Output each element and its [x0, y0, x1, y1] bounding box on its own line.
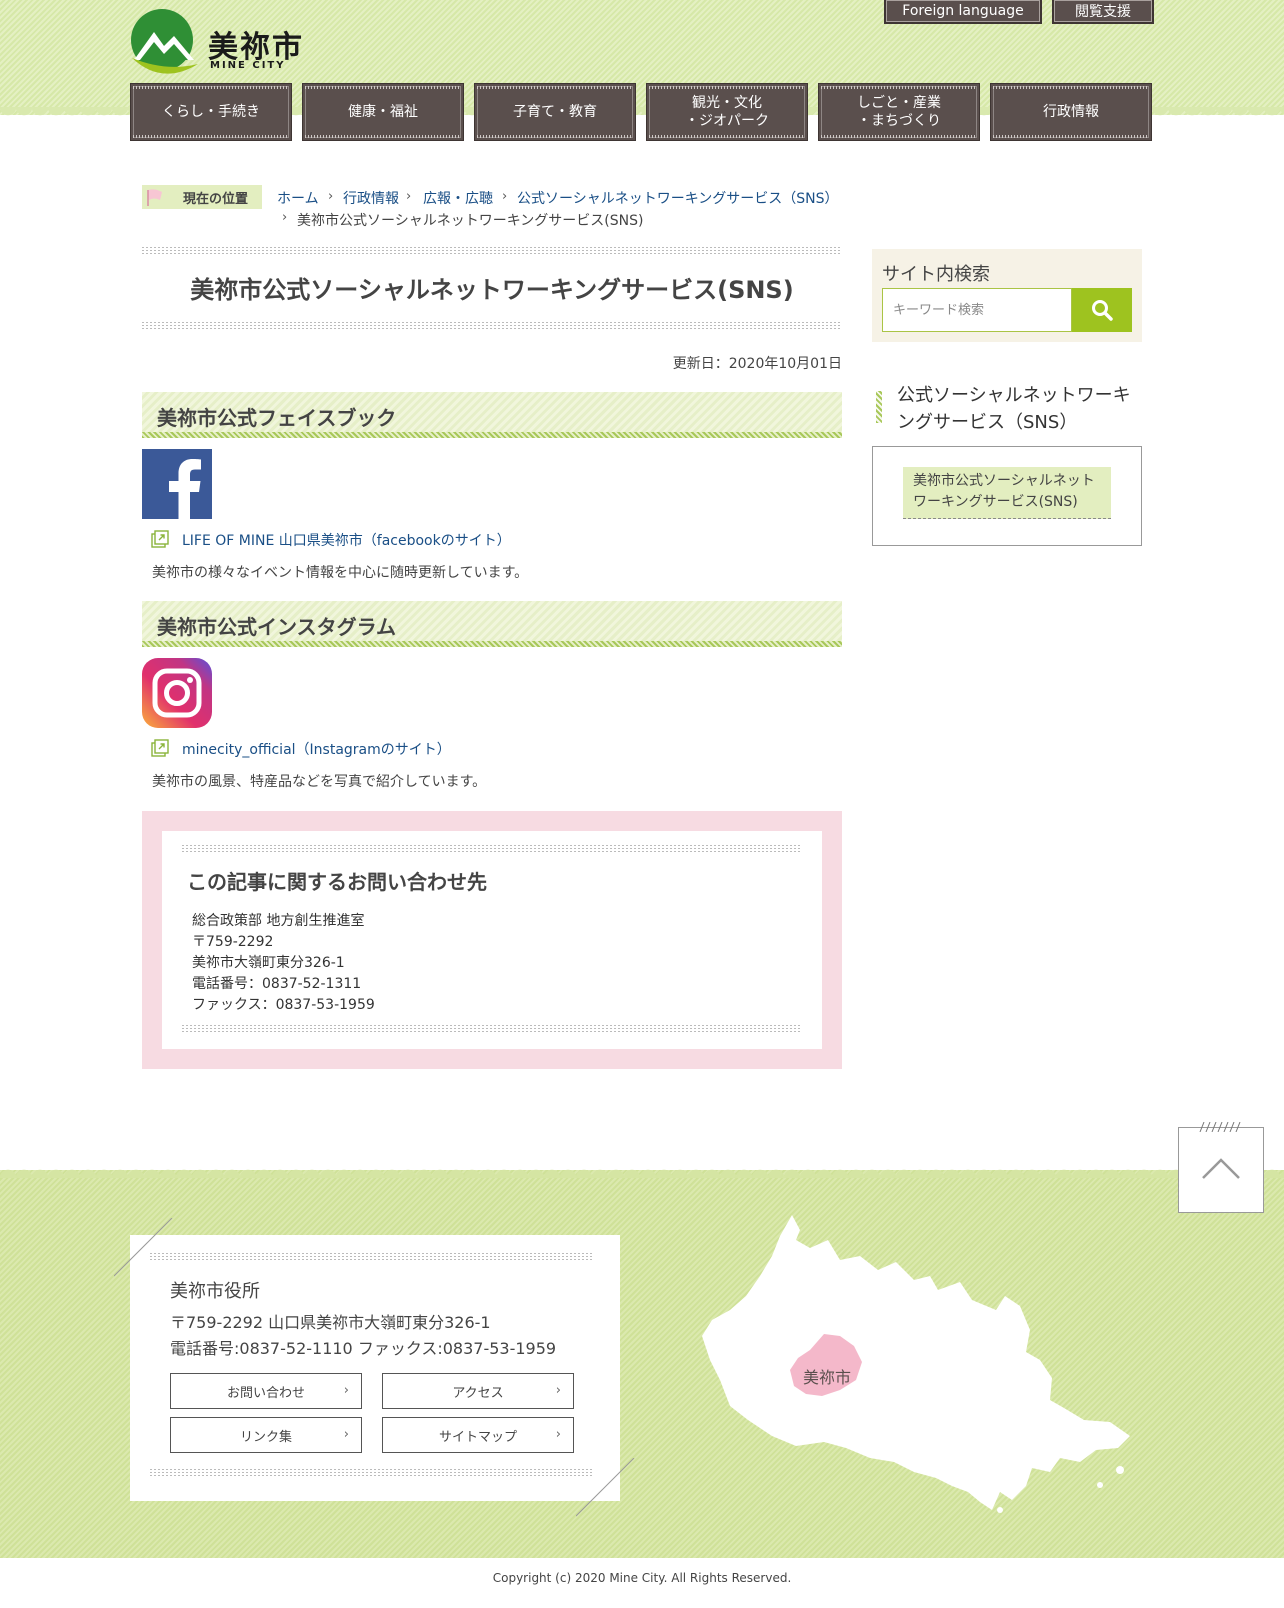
- nav-item-administration[interactable]: 行政情報: [990, 83, 1152, 141]
- mountain-logo-icon: [131, 9, 198, 74]
- page-top-button[interactable]: [1178, 1127, 1264, 1213]
- updated-date: 更新日：2020年10月01日: [672, 356, 842, 372]
- reading-support-button[interactable]: 閲覧支援: [1052, 0, 1154, 24]
- chevron-right-icon: ›: [502, 189, 508, 204]
- nav-item-label: しごと・産業 ・まちづくり: [857, 95, 941, 129]
- footer-address: 〒759-2292 山口県美祢市大嶺町東分326-1: [170, 1313, 491, 1332]
- foreign-language-button[interactable]: Foreign language: [884, 0, 1042, 24]
- copyright: Copyright (c) 2020 Mine City. All Rights…: [492, 1571, 792, 1585]
- nav-item-health[interactable]: 健康・福祉: [302, 83, 464, 141]
- side-menu-item[interactable]: 美祢市公式ソーシャルネットワーキングサービス(SNS): [903, 467, 1111, 519]
- search-button[interactable]: [1072, 288, 1132, 332]
- breadcrumb-administration[interactable]: 行政情報: [343, 188, 399, 208]
- yamaguchi-map-illustration: [702, 1215, 1130, 1513]
- facebook-icon[interactable]: [142, 449, 212, 519]
- nav-item-business[interactable]: しごと・産業 ・まちづくり: [818, 83, 980, 141]
- nav-item-childcare[interactable]: 子育て・教育: [474, 83, 636, 141]
- footer-button-label: リンク集: [239, 1429, 292, 1445]
- contact-phone: 電話番号：0837-52-1311: [192, 976, 362, 992]
- nav-item-label: 行政情報: [1043, 104, 1099, 120]
- footer-access-button[interactable]: アクセス ›: [382, 1373, 574, 1409]
- footer-info-card: [130, 1235, 620, 1501]
- breadcrumb-public-relations[interactable]: 広報・広聴: [423, 188, 493, 208]
- footer-city-hall-name: 美祢市役所: [170, 1281, 260, 1302]
- contact-divider-bottom: [182, 1025, 802, 1033]
- corner-line-decoration: [576, 1458, 635, 1517]
- instagram-description: 美祢市の風景、特産品などを写真で紹介しています。: [152, 774, 487, 790]
- instagram-icon[interactable]: [142, 658, 212, 728]
- footer-divider-top: [150, 1253, 592, 1261]
- chevron-right-icon: ›: [343, 1383, 349, 1398]
- side-section-heading[interactable]: 公式ソーシャルネットワーキングサービス（SNS）: [897, 382, 1142, 436]
- chevron-right-icon: ›: [328, 189, 334, 204]
- breadcrumb-current: 美祢市公式ソーシャルネットワーキングサービス(SNS): [297, 213, 644, 229]
- footer-links-button[interactable]: リンク集 ›: [170, 1417, 362, 1453]
- side-heading-mark: [876, 391, 882, 423]
- nav-item-label: くらし・手続き: [162, 104, 260, 120]
- facebook-heading-text: 美祢市公式フェイスブック: [157, 406, 397, 430]
- instagram-link[interactable]: minecity_official（Instagramのサイト）: [182, 739, 451, 759]
- chevron-right-icon: ›: [406, 189, 412, 204]
- flag-icon: [147, 189, 162, 206]
- facebook-link[interactable]: LIFE OF MINE 山口県美祢市（facebookのサイト）: [182, 530, 511, 550]
- nav-item-label: 健康・福祉: [348, 104, 418, 120]
- chevron-right-icon: ›: [343, 1427, 349, 1442]
- nav-item-living[interactable]: くらし・手続き: [130, 83, 292, 141]
- search-title: サイト内検索: [882, 264, 990, 285]
- footer-divider-bottom: [150, 1469, 592, 1477]
- logo-subtitle: MINE CITY: [210, 60, 286, 71]
- contact-divider-top: [182, 845, 802, 853]
- page-title: 美祢市公式ソーシャルネットワーキングサービス(SNS): [190, 276, 794, 304]
- footer-phone: 電話番号:0837-52-1110 ファックス:0837-53-1959: [170, 1339, 557, 1358]
- breadcrumb-sns[interactable]: 公式ソーシャルネットワーキングサービス（SNS）: [517, 188, 839, 208]
- search-input[interactable]: [882, 288, 1072, 332]
- footer-contact-button[interactable]: お問い合わせ ›: [170, 1373, 362, 1409]
- breadcrumb-home[interactable]: ホーム: [277, 188, 319, 208]
- nav-item-label: 観光・文化 ・ジオパーク: [685, 95, 769, 129]
- instagram-heading: 美祢市公式インスタグラム: [142, 601, 842, 647]
- footer-button-label: アクセス: [452, 1385, 504, 1401]
- contact-address: 美祢市大嶺町東分326-1: [192, 955, 345, 971]
- contact-title: この記事に関するお問い合わせ先: [187, 870, 487, 894]
- facebook-heading: 美祢市公式フェイスブック: [142, 392, 842, 438]
- nav-item-tourism[interactable]: 観光・文化 ・ジオパーク: [646, 83, 808, 141]
- footer-sitemap-button[interactable]: サイトマップ ›: [382, 1417, 574, 1453]
- site-logo[interactable]: 美祢市 MINE CITY: [130, 8, 330, 74]
- contact-postal-code: 〒759-2292: [192, 934, 274, 950]
- external-link-icon: [151, 739, 169, 757]
- contact-department: 総合政策部 地方創生推進室: [192, 913, 365, 929]
- contact-fax: ファックス：0837-53-1959: [192, 997, 375, 1013]
- chevron-right-icon: ›: [555, 1427, 561, 1442]
- external-link-icon: [151, 530, 169, 548]
- title-divider-top: [142, 247, 842, 255]
- instagram-heading-text: 美祢市公式インスタグラム: [157, 615, 396, 639]
- corner-line-decoration: [114, 1218, 173, 1277]
- search-icon: [1092, 300, 1113, 321]
- chevron-right-icon: ›: [555, 1383, 561, 1398]
- nav-item-label: 子育て・教育: [513, 104, 597, 120]
- chevron-up-icon: [1202, 1158, 1240, 1179]
- footer-button-label: サイトマップ: [438, 1429, 517, 1445]
- facebook-description: 美祢市の様々なイベント情報を中心に随時更新しています。: [152, 565, 529, 581]
- chevron-right-icon: ›: [282, 210, 288, 225]
- hatch-decoration-icon: [1199, 1122, 1241, 1132]
- footer-button-label: お問い合わせ: [226, 1385, 305, 1401]
- title-divider-bottom: [142, 322, 842, 330]
- map-city-label: 美祢市: [803, 1368, 852, 1387]
